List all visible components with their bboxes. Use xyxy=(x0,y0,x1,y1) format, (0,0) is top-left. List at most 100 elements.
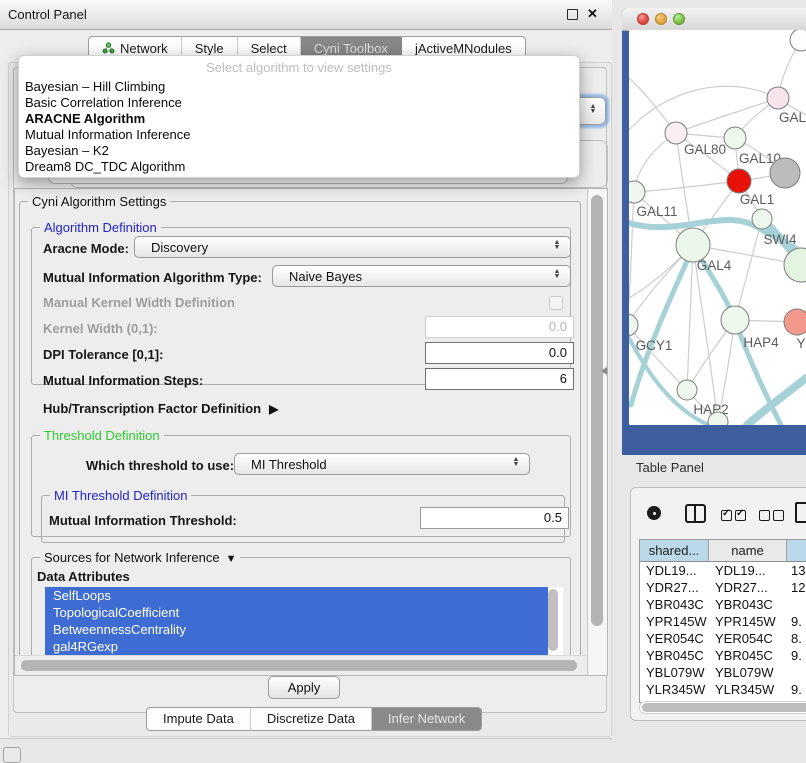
hub-definition-toggle[interactable]: Hub/Transcription Factor Definition xyxy=(43,401,278,416)
node-label: Y xyxy=(796,336,805,351)
node-label: GAL xyxy=(779,110,806,125)
split-columns-icon[interactable] xyxy=(685,504,706,523)
table-cell: YER054C xyxy=(640,630,709,647)
mi-steps-field[interactable]: 6 xyxy=(425,368,574,390)
network-node-gal1[interactable] xyxy=(727,169,751,193)
zoom-window-icon[interactable] xyxy=(673,13,685,25)
table-cell: 8. xyxy=(787,630,806,647)
network-node-gal80[interactable] xyxy=(665,122,687,144)
network-node-gcy1[interactable] xyxy=(629,314,638,336)
which-threshold-combo[interactable]: MI Threshold xyxy=(234,453,530,475)
network-node-gal10[interactable] xyxy=(724,127,746,149)
network-node[interactable] xyxy=(770,158,800,188)
table-row[interactable]: YDR27...YDR27...12 xyxy=(640,579,806,596)
table-panel-title: Table Panel xyxy=(636,460,704,475)
tab-discretize-data[interactable]: Discretize Data xyxy=(251,708,372,730)
unchecked-checkbox-icon[interactable] xyxy=(759,510,770,521)
bottom-tab-bar: Impute DataDiscretize DataInfer Network xyxy=(146,707,482,731)
node-label: SWI4 xyxy=(763,232,796,247)
sources-toggle[interactable]: Sources for Network Inference xyxy=(40,550,240,565)
table-row[interactable]: YDL19...YDL19...13 xyxy=(640,562,806,579)
control-panel-titlebar: Control Panel xyxy=(0,0,612,30)
network-edge xyxy=(634,181,739,192)
manual-kernel-checkbox[interactable] xyxy=(549,296,563,310)
table-row[interactable]: YBR043CYBR043C xyxy=(640,596,806,613)
attribute-item-gal4rgexp[interactable]: gal4RGexp xyxy=(45,638,548,655)
algorithm-option-aracne-algorithm[interactable]: ARACNE Algorithm xyxy=(19,111,579,127)
list-scrollbar[interactable] xyxy=(548,589,558,651)
tab-infer-network[interactable]: Infer Network xyxy=(372,708,481,730)
data-attributes-list: SelfLoopsTopologicalCoefficientBetweenne… xyxy=(45,587,563,655)
table-horizontal-scrollbar[interactable] xyxy=(639,701,806,714)
algorithm-option-mutual-information-inference[interactable]: Mutual Information Inference xyxy=(19,127,579,143)
algorithm-option-bayesian-k2[interactable]: Bayesian – K2 xyxy=(19,143,579,159)
screen: { "window": { "title": "Control Panel" }… xyxy=(0,0,806,762)
column-header-name[interactable]: name xyxy=(709,540,787,562)
network-view-window: GALGAL80GAL10GAL1GAL11SWI4GAL4GCY1HAP4YH… xyxy=(622,8,806,455)
network-node-gal[interactable] xyxy=(767,87,789,109)
algorithm-option-bayesian-hill-climbing[interactable]: Bayesian – Hill Climbing xyxy=(19,79,579,95)
table-cell: YDR27... xyxy=(640,579,709,596)
dpi-tolerance-field[interactable]: 0.0 xyxy=(425,342,574,364)
attribute-item-betweennesscentrality[interactable]: BetweennessCentrality xyxy=(45,621,548,638)
network-graph: GALGAL80GAL10GAL1GAL11SWI4GAL4GCY1HAP4YH… xyxy=(629,30,806,425)
table-cell: YPR145W xyxy=(709,613,787,630)
tab-impute-data[interactable]: Impute Data xyxy=(147,708,251,730)
network-node-swi4[interactable] xyxy=(752,209,772,229)
mi-threshold-field[interactable]: 0.5 xyxy=(420,507,569,529)
network-icon xyxy=(102,42,115,54)
network-node-hap4[interactable] xyxy=(721,306,749,334)
group-title: Algorithm Definition xyxy=(40,220,161,235)
float-panel-icon[interactable] xyxy=(567,9,578,20)
popup-placeholder: Select algorithm to view settings xyxy=(19,60,579,75)
close-window-icon[interactable] xyxy=(637,13,649,25)
table-row[interactable]: YBL079WYBL079W xyxy=(640,664,806,681)
dpi-tolerance-label: DPI Tolerance [0,1]: xyxy=(43,347,163,362)
scrollbar-thumb[interactable] xyxy=(591,195,603,626)
apply-button[interactable]: Apply xyxy=(268,676,340,699)
combo-arrows-icon xyxy=(588,104,598,114)
network-edge xyxy=(676,98,778,133)
table-cell: YDL19... xyxy=(709,562,787,579)
checked-checkbox-icon[interactable] xyxy=(721,510,732,521)
close-icon[interactable] xyxy=(587,6,601,22)
attribute-item-selfloops[interactable]: SelfLoops xyxy=(45,587,548,604)
horizontal-scrollbar[interactable] xyxy=(15,655,587,676)
docked-widget-icon[interactable] xyxy=(3,747,21,763)
scrollbar-thumb[interactable] xyxy=(21,660,577,671)
network-node-hap2[interactable] xyxy=(677,380,697,400)
mi-algorithm-type-combo[interactable]: Naive Bayes xyxy=(272,265,571,287)
group-title: MI Threshold Definition xyxy=(50,488,191,503)
table-row[interactable]: YLR345WYLR345W9. xyxy=(640,681,806,698)
network-node[interactable] xyxy=(784,248,806,282)
collapse-down-icon xyxy=(226,553,237,565)
unchecked-checkbox-icon[interactable] xyxy=(773,510,784,521)
node-table: shared...name YDL19...YDL19...13YDR27...… xyxy=(639,539,806,703)
network-node-y[interactable] xyxy=(784,309,806,335)
document-icon[interactable] xyxy=(795,502,806,523)
table-row[interactable]: YPR145WYPR145W9. xyxy=(640,613,806,630)
network-node-gal4[interactable] xyxy=(676,228,710,262)
network-edge xyxy=(735,219,762,320)
table-header: shared...name xyxy=(640,540,806,562)
node-label: GAL11 xyxy=(636,204,677,219)
scrollbar-thumb[interactable] xyxy=(642,703,806,712)
group-title: Cyni Algorithm Settings xyxy=(28,194,170,209)
network-node[interactable] xyxy=(790,30,806,51)
gear-icon[interactable] xyxy=(647,506,661,520)
algorithm-option-basic-correlation-inference[interactable]: Basic Correlation Inference xyxy=(19,95,579,111)
table-cell: 13 xyxy=(787,562,806,579)
column-header-shared[interactable]: shared... xyxy=(640,540,709,562)
node-label: GAL80 xyxy=(684,142,726,157)
attribute-item-topologicalcoefficient[interactable]: TopologicalCoefficient xyxy=(45,604,548,621)
table-row[interactable]: YER054CYER054C8. xyxy=(640,630,806,647)
table-row[interactable]: YBR045CYBR045C9. xyxy=(640,647,806,664)
minimize-window-icon[interactable] xyxy=(655,13,667,25)
aracne-mode-combo[interactable]: Discovery xyxy=(134,236,571,258)
network-canvas[interactable]: GALGAL80GAL10GAL1GAL11SWI4GAL4GCY1HAP4YH… xyxy=(629,30,806,425)
table-cell: 9. xyxy=(787,647,806,664)
algorithm-option-dream8-dc-tdc-algorithm[interactable]: Dream8 DC_TDC Algorithm xyxy=(19,159,579,175)
column-header-2[interactable] xyxy=(787,540,806,562)
checked-checkbox-icon[interactable] xyxy=(735,510,746,521)
vertical-scrollbar[interactable] xyxy=(587,189,607,675)
